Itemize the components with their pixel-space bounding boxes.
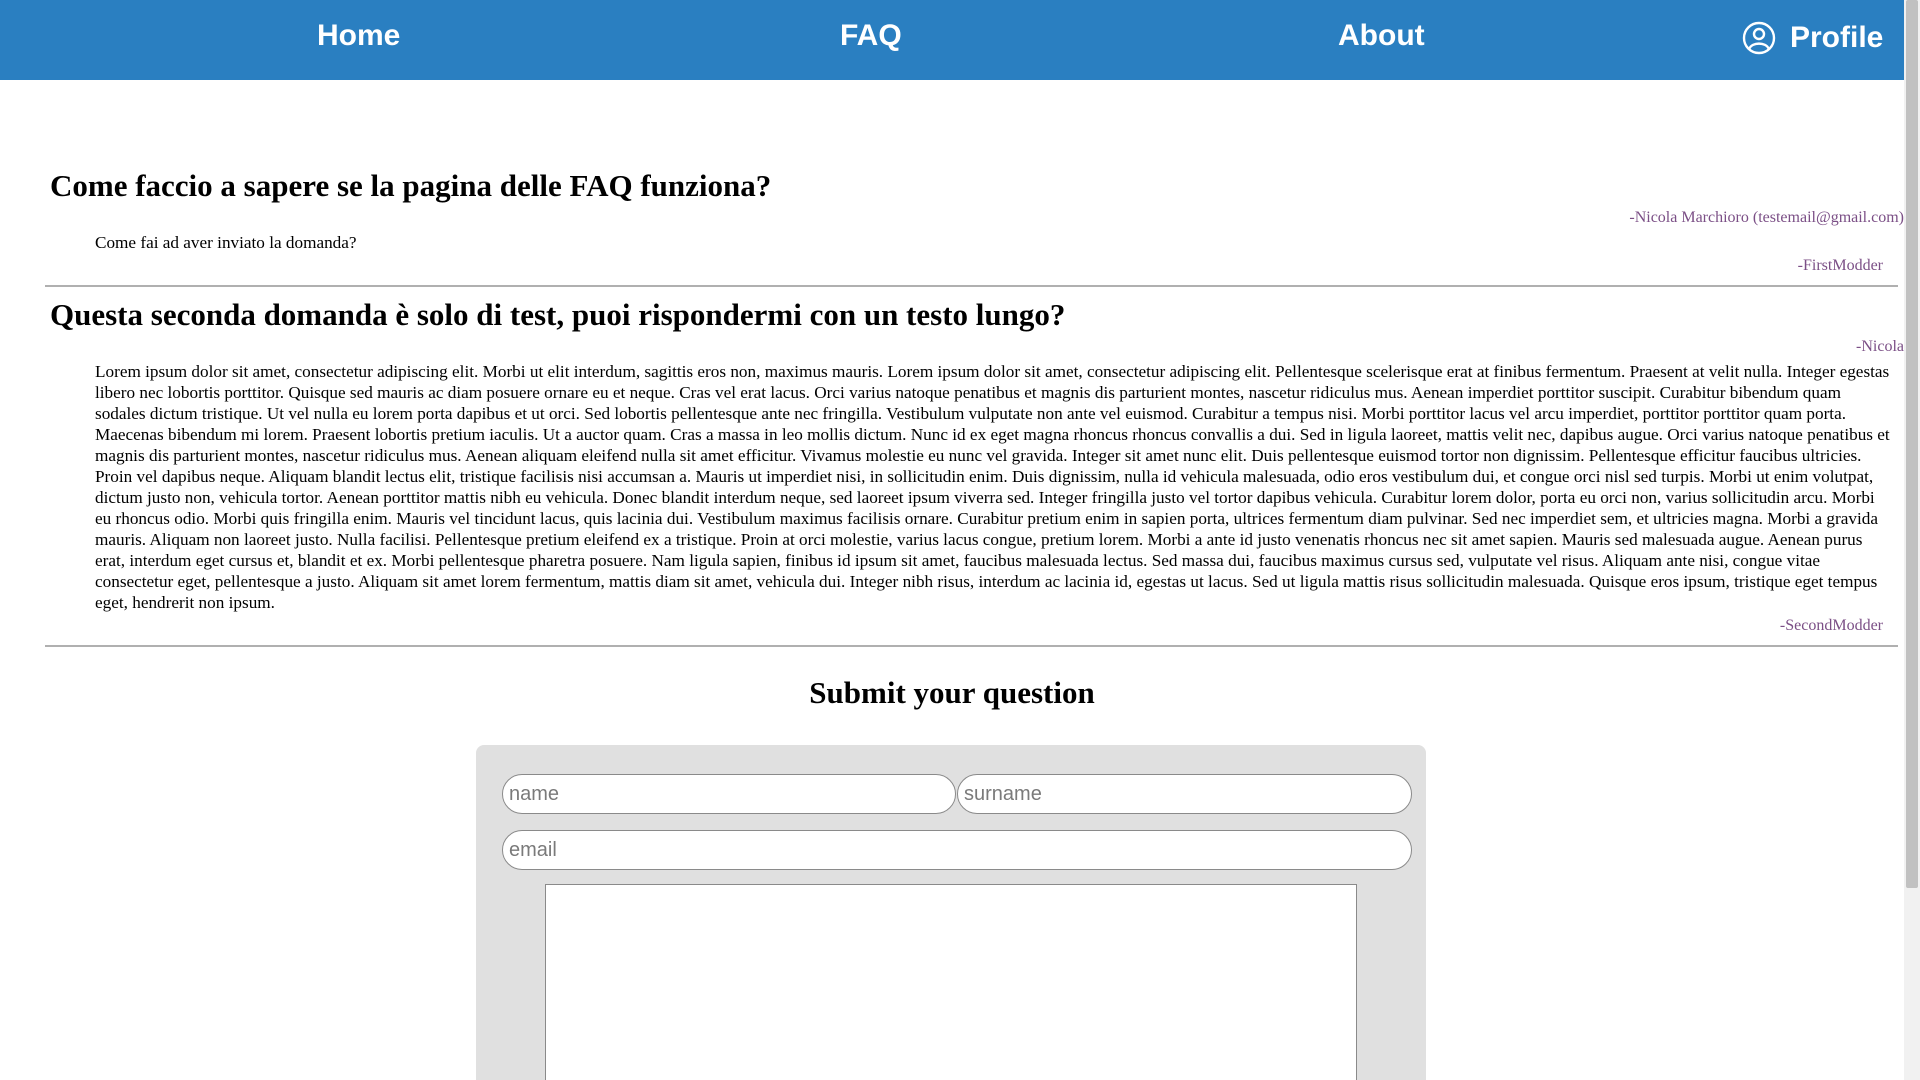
user-circle-icon bbox=[1742, 21, 1776, 55]
submit-question-title: Submit your question bbox=[809, 675, 1095, 710]
nav-profile-label: Profile bbox=[1790, 21, 1884, 54]
faq-question-title: Questa seconda domanda è solo di test, p… bbox=[50, 297, 1066, 332]
nav-profile-link[interactable]: Profile bbox=[1742, 16, 1883, 60]
top-navbar: Home FAQ About Profile bbox=[0, 0, 1904, 80]
faq-question-author: -Nicola Marchioro (testemail@gmail.com) bbox=[1629, 209, 1904, 226]
page: Home FAQ About Profile Come faccio a sap… bbox=[0, 0, 1904, 1080]
nav-faq-link[interactable]: FAQ bbox=[840, 14, 902, 58]
faq-question-title: Come faccio a sapere se la pagina delle … bbox=[50, 168, 772, 203]
nav-home-link[interactable]: Home bbox=[317, 14, 400, 58]
surname-input[interactable] bbox=[957, 774, 1412, 814]
faq-answer-moderator: -SecondModder bbox=[1779, 617, 1883, 634]
email-input[interactable] bbox=[502, 830, 1412, 870]
scrollbar-thumb[interactable] bbox=[1906, 0, 1918, 888]
faq-answer-moderator: -FirstModder bbox=[1797, 257, 1883, 274]
question-form bbox=[476, 745, 1426, 1080]
name-input[interactable] bbox=[502, 774, 956, 814]
faq-question-author: -Nicola bbox=[1856, 338, 1904, 355]
vertical-scrollbar[interactable] bbox=[1904, 0, 1920, 1080]
question-textarea[interactable] bbox=[545, 884, 1357, 1080]
faq-answer-text: Come fai ad aver inviato la domanda? bbox=[95, 233, 357, 252]
faq-answer-text: Lorem ipsum dolor sit amet, consectetur … bbox=[95, 362, 1890, 612]
faq-divider bbox=[45, 285, 1898, 287]
faq-divider bbox=[45, 645, 1898, 647]
nav-about-link[interactable]: About bbox=[1338, 14, 1425, 58]
